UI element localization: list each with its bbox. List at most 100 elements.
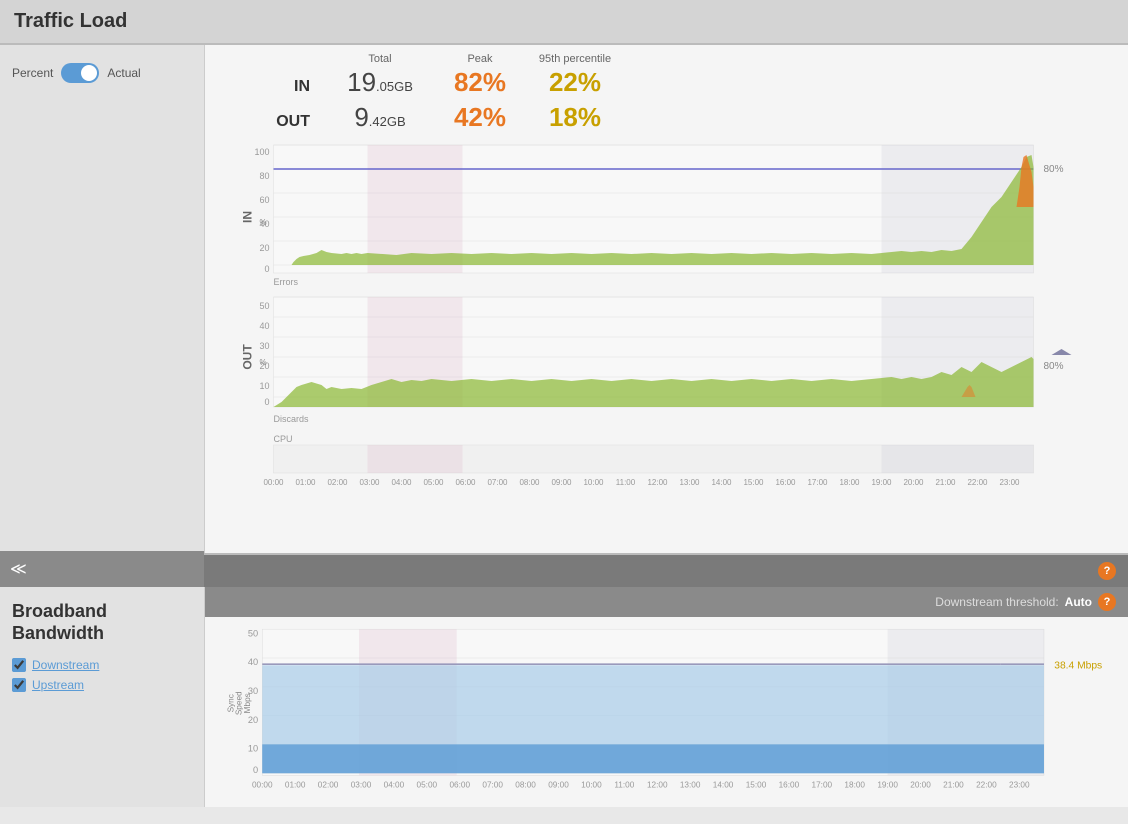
svg-text:22:00: 22:00 — [976, 781, 997, 790]
percent-toggle-row: Percent Actual — [12, 63, 192, 83]
svg-text:11:00: 11:00 — [616, 478, 636, 487]
svg-text:18:00: 18:00 — [844, 781, 865, 790]
svg-text:05:00: 05:00 — [423, 478, 444, 487]
svg-text:OUT: OUT — [241, 344, 255, 370]
svg-text:12:00: 12:00 — [647, 781, 668, 790]
broadband-chart-svg: 50 40 30 20 10 0 Sync Speed Mbps — [215, 621, 1118, 801]
svg-text:30: 30 — [259, 341, 269, 351]
svg-text:38.4 Mbps: 38.4 Mbps — [1054, 660, 1102, 671]
svg-text:19:00: 19:00 — [877, 781, 898, 790]
out-peak: 42% — [454, 102, 506, 132]
svg-text:14:00: 14:00 — [711, 478, 732, 487]
svg-text:04:00: 04:00 — [391, 478, 412, 487]
out-total: 9.42GB — [354, 102, 405, 132]
svg-text:80%: 80% — [1044, 361, 1064, 372]
svg-text:60: 60 — [259, 195, 269, 205]
in-peak: 82% — [454, 67, 506, 97]
in-chart-group: 100 80 60 40 20 0 IN % — [241, 145, 1034, 274]
svg-text:21:00: 21:00 — [935, 478, 956, 487]
svg-text:07:00: 07:00 — [482, 781, 503, 790]
svg-text:22:00: 22:00 — [967, 478, 988, 487]
svg-text:%: % — [260, 358, 267, 367]
broadband-title: Broadband Bandwidth — [12, 601, 192, 644]
svg-text:19:00: 19:00 — [871, 478, 892, 487]
svg-text:10:00: 10:00 — [583, 478, 604, 487]
svg-text:50: 50 — [259, 301, 269, 311]
downstream-checkbox-row: Downstream — [12, 658, 192, 672]
line-availability-help[interactable]: ? — [1098, 562, 1116, 580]
left-panel: Percent Actual — [0, 45, 205, 553]
svg-text:15:00: 15:00 — [746, 781, 767, 790]
svg-text:0: 0 — [253, 765, 258, 775]
main-chart-svg: 100 80 60 40 20 0 IN % — [215, 137, 1118, 497]
svg-text:IN: IN — [241, 211, 255, 223]
svg-text:20: 20 — [259, 243, 269, 253]
svg-text:10:00: 10:00 — [581, 781, 602, 790]
out-stats-row: OUT 9.42GB 42% 18% — [265, 102, 1118, 133]
downstream-threshold-label: Downstream threshold: — [935, 595, 1058, 609]
svg-text:40: 40 — [248, 657, 258, 667]
out-chart-group: 50 40 30 20 10 0 OUT % — [241, 297, 1034, 407]
svg-text:07:00: 07:00 — [487, 478, 508, 487]
svg-text:02:00: 02:00 — [327, 478, 348, 487]
traffic-load-title: Traffic Load — [14, 10, 127, 32]
chart-panel: Total Peak 95th percentile IN 19.05GB 82… — [205, 45, 1128, 553]
svg-text:03:00: 03:00 — [359, 478, 380, 487]
svg-text:14:00: 14:00 — [713, 781, 734, 790]
svg-text:09:00: 09:00 — [551, 478, 572, 487]
svg-text:17:00: 17:00 — [812, 781, 833, 790]
svg-text:08:00: 08:00 — [519, 478, 540, 487]
svg-text:02:00: 02:00 — [318, 781, 339, 790]
broadband-chart-container: 50 40 30 20 10 0 Sync Speed Mbps — [205, 617, 1128, 808]
main-container: Percent Actual Total Peak 95th percentil… — [0, 45, 1128, 555]
svg-text:13:00: 13:00 — [679, 478, 700, 487]
broadband-section: ≪ Broadband Bandwidth Downstream Upstrea… — [0, 587, 1128, 807]
broadband-help[interactable]: ? — [1098, 593, 1116, 611]
downstream-label[interactable]: Downstream — [32, 658, 99, 672]
svg-text:Discards: Discards — [274, 414, 310, 424]
svg-text:15:00: 15:00 — [743, 478, 764, 487]
peak-header: Peak — [440, 53, 520, 65]
in-total: 19.05GB — [347, 67, 413, 97]
downstream-checkbox[interactable] — [12, 658, 26, 672]
svg-text:23:00: 23:00 — [999, 478, 1020, 487]
upstream-checkbox[interactable] — [12, 678, 26, 692]
svg-text:80: 80 — [259, 171, 269, 181]
toggle-switch[interactable] — [61, 63, 99, 83]
in-p95: 22% — [549, 67, 601, 97]
svg-text:12:00: 12:00 — [647, 478, 668, 487]
svg-text:20:00: 20:00 — [903, 478, 924, 487]
charts-container: 100 80 60 40 20 0 IN % — [215, 137, 1118, 500]
stats-section: Total Peak 95th percentile IN 19.05GB 82… — [205, 45, 1128, 137]
stats-header-row: Total Peak 95th percentile — [320, 53, 1118, 65]
svg-text:16:00: 16:00 — [775, 478, 796, 487]
p95-header: 95th percentile — [520, 53, 630, 65]
out-p95: 18% — [549, 102, 601, 132]
traffic-load-header: Traffic Load — [0, 0, 1128, 45]
svg-text:Errors: Errors — [274, 277, 299, 287]
svg-text:0: 0 — [264, 397, 269, 407]
svg-text:Mbps: Mbps — [243, 693, 252, 713]
svg-text:21:00: 21:00 — [943, 781, 964, 790]
out-label: OUT — [265, 113, 320, 131]
broadband-header-bar: ≪ — [0, 551, 204, 587]
svg-text:CPU: CPU — [274, 434, 293, 444]
stats-area: Total Peak 95th percentile IN 19.05GB 82… — [265, 53, 1118, 133]
svg-text:100: 100 — [254, 147, 269, 157]
svg-text:00:00: 00:00 — [263, 478, 284, 487]
toggle-knob — [81, 65, 97, 81]
percent-label: Percent — [12, 66, 53, 80]
total-header: Total — [320, 53, 440, 65]
svg-text:03:00: 03:00 — [351, 781, 372, 790]
in-label: IN — [265, 78, 320, 96]
svg-text:01:00: 01:00 — [285, 781, 306, 790]
svg-text:08:00: 08:00 — [515, 781, 536, 790]
svg-text:06:00: 06:00 — [455, 478, 476, 487]
downstream-threshold-value: Auto — [1065, 595, 1092, 609]
upstream-label[interactable]: Upstream — [32, 678, 84, 692]
svg-text:%: % — [260, 218, 267, 227]
svg-text:06:00: 06:00 — [449, 781, 470, 790]
broadband-left-panel: ≪ Broadband Bandwidth Downstream Upstrea… — [0, 587, 205, 807]
svg-text:01:00: 01:00 — [295, 478, 316, 487]
svg-text:10: 10 — [248, 744, 258, 754]
